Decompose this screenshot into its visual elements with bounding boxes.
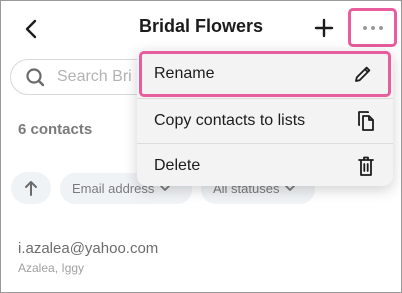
page-title: Bridal Flowers: [138, 16, 264, 36]
menu-item-label: Copy contacts to lists: [154, 112, 306, 129]
more-horizontal-icon: [362, 25, 367, 30]
options-menu: Rename Copy contacts to lists Delete: [137, 49, 393, 186]
menu-item-label: Rename: [154, 65, 215, 82]
menu-item-label: Delete: [154, 157, 201, 174]
menu-item-delete[interactable]: Delete: [137, 143, 393, 188]
back-button[interactable]: [17, 15, 45, 43]
copy-icon: [355, 110, 377, 132]
menu-item-copy-contacts[interactable]: Copy contacts to lists: [137, 98, 393, 143]
more-options-button[interactable]: [348, 8, 397, 47]
chevron-left-icon: [25, 19, 37, 39]
plus-icon: [314, 18, 334, 38]
app-screen: Bridal Flowers Search Bri 6 contacts Ema…: [0, 0, 402, 293]
add-contact-button[interactable]: [310, 14, 338, 42]
menu-item-rename[interactable]: Rename: [139, 51, 391, 97]
pencil-icon: [352, 63, 374, 85]
trash-icon: [355, 155, 377, 177]
